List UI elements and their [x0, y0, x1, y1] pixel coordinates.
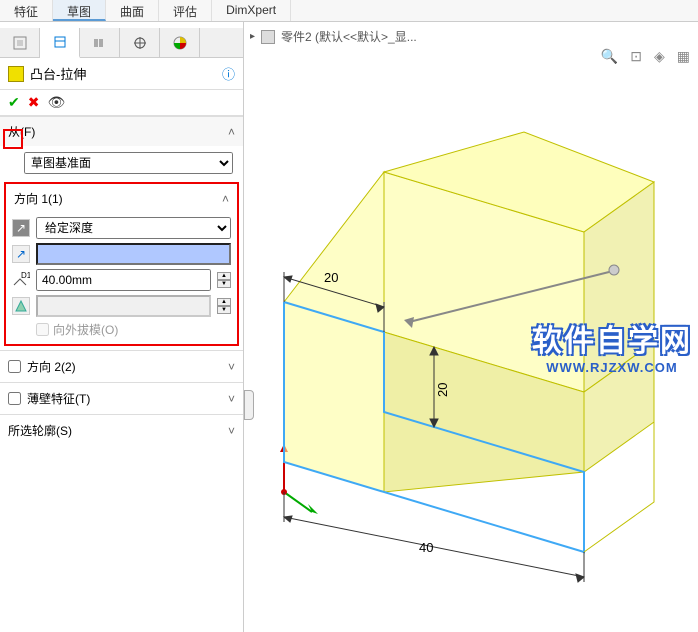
viewport-heads-up-toolbar: 🔍 ⊡ ◈ ▦	[601, 48, 690, 65]
depth-icon: D1	[12, 271, 30, 289]
from-select[interactable]: 草图基准面	[24, 152, 233, 174]
view-orientation-icon[interactable]: ◈	[654, 48, 665, 65]
thin-feature-section[interactable]: 薄壁特征(T) ˅	[0, 382, 243, 414]
direction2-section[interactable]: 方向 2(2) ˅	[0, 350, 243, 382]
preview-toggle-button[interactable]: 👁	[47, 94, 65, 111]
fm-tab-appearance[interactable]	[160, 28, 200, 57]
ribbon-tab-evaluate[interactable]: 评估	[159, 0, 212, 21]
breadcrumb-expand-icon[interactable]: ▸	[250, 31, 255, 42]
breadcrumb-part-name[interactable]: 零件2 (默认<<默认>_显...	[281, 28, 417, 45]
chevron-down-icon: ˅	[228, 360, 235, 374]
chevron-down-icon: ˅	[228, 424, 235, 438]
selected-contours-label: 所选轮廓(S)	[8, 422, 72, 439]
graphics-viewport[interactable]: ▸ 零件2 (默认<<默认>_显... 🔍 ⊡ ◈ ▦	[244, 22, 698, 632]
ribbon-tabs: 特征 草图 曲面 评估 DimXpert	[0, 0, 698, 22]
help-icon[interactable]: ⓘ	[222, 64, 235, 83]
panel-splitter[interactable]	[244, 390, 254, 420]
dimension-right: 20	[435, 383, 450, 397]
depth-input[interactable]	[36, 269, 211, 291]
direction-vector-icon[interactable]: ↗	[12, 245, 30, 263]
ribbon-tab-dimxpert[interactable]: DimXpert	[212, 0, 291, 21]
chevron-up-icon: ˄	[222, 192, 229, 206]
ok-highlight-box	[3, 129, 23, 149]
feature-manager-tabs	[0, 28, 243, 58]
zoom-fit-icon[interactable]: 🔍	[601, 48, 618, 65]
draft-icon[interactable]	[12, 297, 30, 315]
direction1-label: 方向 1(1)	[14, 190, 63, 207]
ok-button[interactable]: ✔	[8, 94, 20, 111]
direction2-label: 方向 2(2)	[27, 358, 76, 375]
svg-text:D1: D1	[21, 271, 30, 280]
fm-tab-dimxpert[interactable]	[120, 28, 160, 57]
watermark-en: WWW.RJZXW.COM	[532, 360, 692, 375]
direction-vector-input[interactable]	[36, 243, 231, 265]
fm-tab-feature-tree[interactable]	[0, 28, 40, 57]
draft-angle-input	[36, 295, 211, 317]
end-condition-select[interactable]: 给定深度	[36, 217, 231, 239]
from-section-header[interactable]: 从(F) ˄	[0, 117, 243, 146]
watermark: 软件自学网 WWW.RJZXW.COM	[532, 316, 692, 375]
chevron-up-icon: ˄	[228, 125, 235, 139]
extrude-boss-icon	[8, 66, 24, 82]
direction1-header[interactable]: 方向 1(1) ˄	[6, 184, 237, 213]
depth-spinner[interactable]: ▲▼	[217, 272, 231, 288]
dimension-bottom: 40	[419, 540, 433, 555]
from-section: 从(F) ˄ 草图基准面	[0, 116, 243, 180]
watermark-cn: 软件自学网	[532, 316, 692, 360]
ribbon-tab-features[interactable]: 特征	[0, 0, 53, 21]
cancel-button[interactable]: ✖	[28, 94, 40, 111]
fm-tab-configuration[interactable]	[80, 28, 120, 57]
ribbon-tab-sketch[interactable]: 草图	[53, 0, 106, 21]
selected-contours-section[interactable]: 所选轮廓(S) ˅	[0, 414, 243, 446]
part-icon	[261, 30, 275, 44]
thin-feature-label: 薄壁特征(T)	[27, 390, 90, 407]
thin-feature-checkbox[interactable]	[8, 392, 21, 405]
chevron-down-icon: ˅	[228, 392, 235, 406]
feature-header: 凸台-拉伸 ⓘ	[0, 58, 243, 89]
display-style-icon[interactable]: ▦	[677, 48, 690, 65]
direction2-checkbox[interactable]	[8, 360, 21, 373]
reverse-direction-icon[interactable]: ↗	[12, 219, 30, 237]
fm-tab-property-manager[interactable]	[40, 28, 80, 58]
confirm-bar: ✔ ✖ 👁	[0, 89, 243, 116]
draft-outward-row[interactable]: 向外拔模(O)	[36, 321, 231, 338]
property-manager-panel: 凸台-拉伸 ⓘ ✔ ✖ 👁 从(F) ˄ 草图基准面	[0, 22, 244, 632]
draft-outward-label: 向外拔模(O)	[53, 321, 118, 338]
ribbon-tab-surfaces[interactable]: 曲面	[106, 0, 159, 21]
draft-outward-checkbox	[36, 323, 49, 336]
direction1-highlight-box: 方向 1(1) ˄ ↗ 给定深度 ↗ D1 ▲▼	[4, 182, 239, 346]
dimension-top: 20	[324, 270, 338, 285]
feature-title: 凸台-拉伸	[30, 64, 86, 83]
draft-spinner[interactable]: ▲▼	[217, 298, 231, 314]
breadcrumb: ▸ 零件2 (默认<<默认>_显...	[244, 26, 423, 47]
zoom-area-icon[interactable]: ⊡	[630, 48, 642, 65]
